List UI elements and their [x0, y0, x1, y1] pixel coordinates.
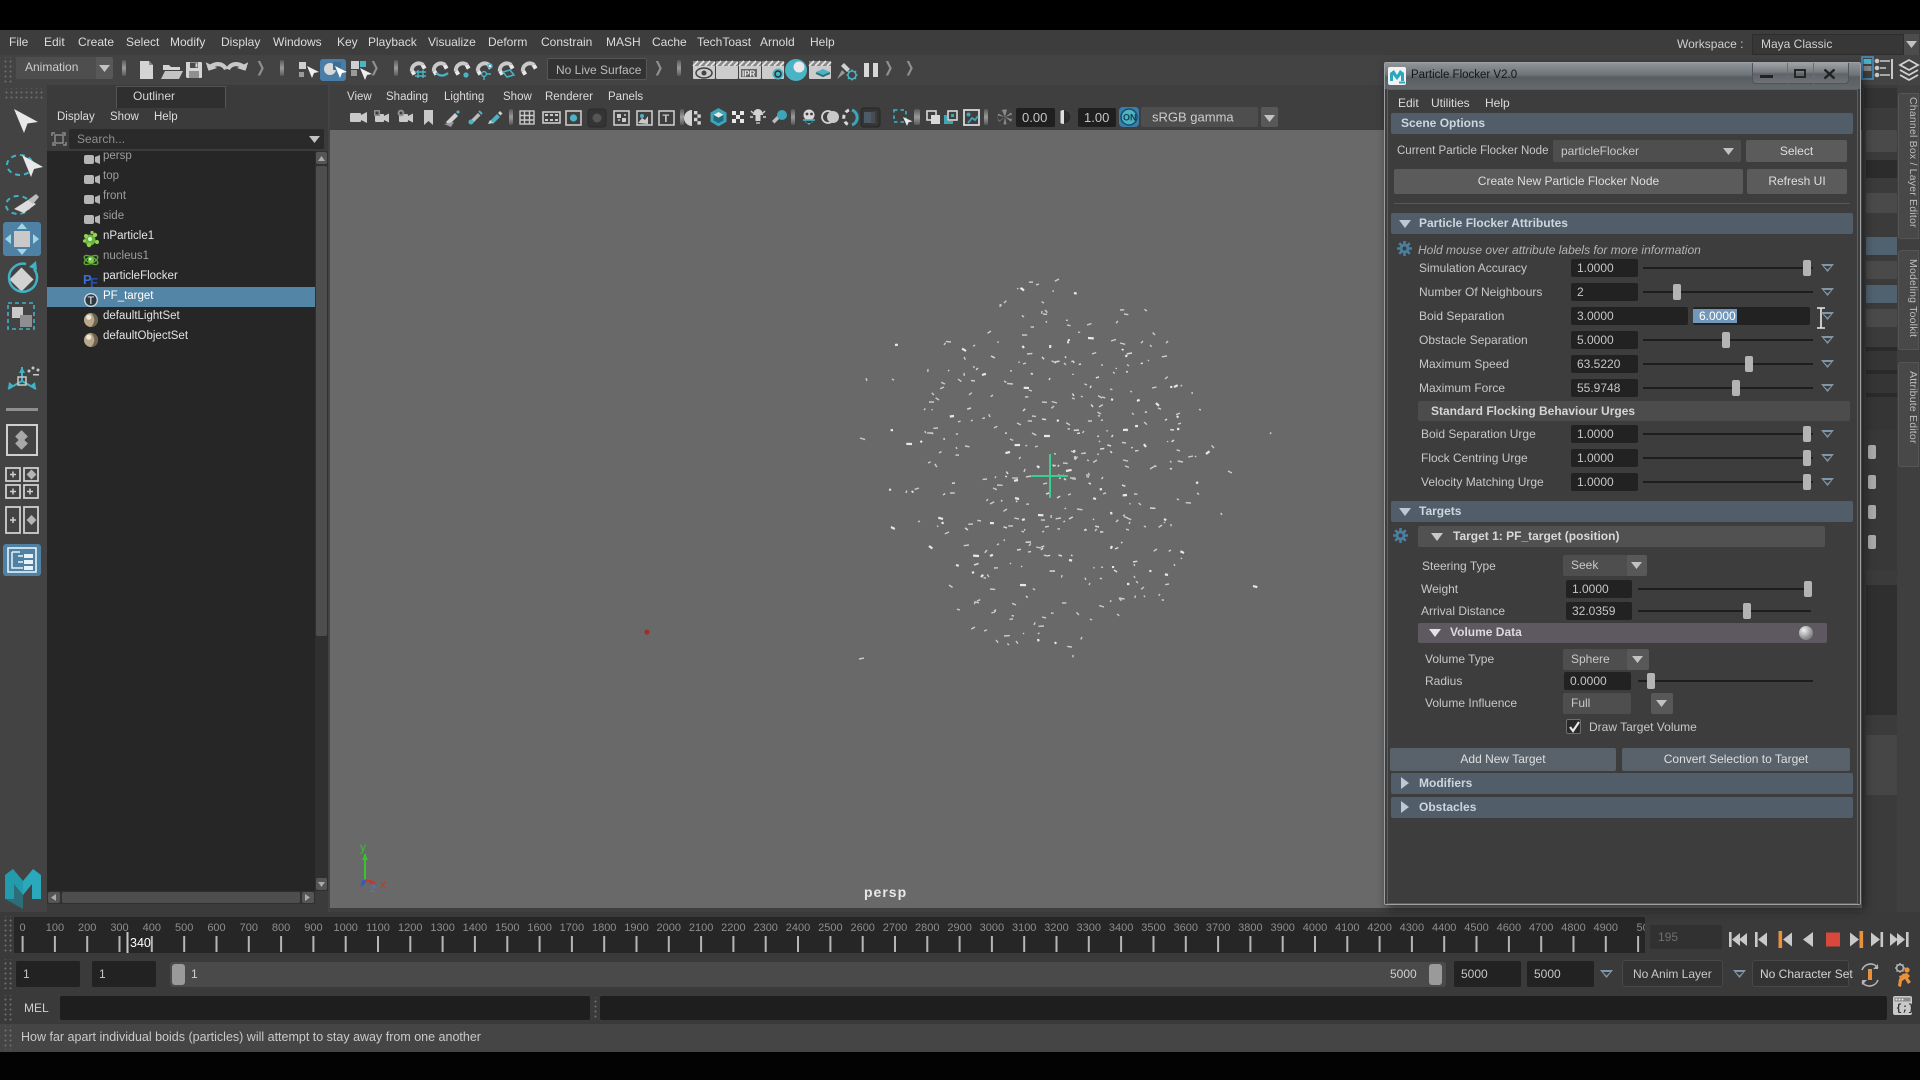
svg-text:3000: 3000: [980, 922, 1004, 934]
svg-text:1100: 1100: [366, 922, 390, 934]
svg-text:4000: 4000: [1303, 922, 1327, 934]
svg-text:2700: 2700: [883, 922, 907, 934]
svg-text:x: x: [380, 877, 386, 891]
svg-text:2900: 2900: [947, 922, 971, 934]
svg-text:IPR: IPR: [742, 70, 756, 79]
svg-text:100: 100: [46, 922, 64, 934]
svg-text:ON: ON: [1123, 113, 1137, 123]
svg-text:4200: 4200: [1367, 922, 1391, 934]
svg-text:2100: 2100: [689, 922, 713, 934]
svg-text:4900: 4900: [1594, 922, 1618, 934]
svg-text:400: 400: [143, 922, 161, 934]
svg-text:1700: 1700: [560, 922, 584, 934]
svg-text:5000: 5000: [1637, 922, 1646, 934]
svg-text:3600: 3600: [1174, 922, 1198, 934]
svg-text:2000: 2000: [657, 922, 681, 934]
svg-text:z: z: [370, 881, 376, 895]
svg-text:2200: 2200: [721, 922, 745, 934]
svg-text:persp: persp: [864, 884, 907, 900]
svg-text:4800: 4800: [1561, 922, 1585, 934]
svg-text:4300: 4300: [1400, 922, 1424, 934]
svg-text:1600: 1600: [527, 922, 551, 934]
svg-text:2500: 2500: [818, 922, 842, 934]
svg-text:1900: 1900: [624, 922, 648, 934]
svg-text:4400: 4400: [1432, 922, 1456, 934]
svg-text:800: 800: [272, 922, 290, 934]
svg-text:500: 500: [175, 922, 193, 934]
svg-text:3700: 3700: [1206, 922, 1230, 934]
svg-text:T: T: [663, 113, 670, 125]
svg-text:3100: 3100: [1012, 922, 1036, 934]
svg-text:y: y: [360, 840, 366, 854]
svg-text:1.00: 1.00: [1084, 110, 1109, 125]
svg-text:1200: 1200: [398, 922, 422, 934]
svg-text:700: 700: [240, 922, 258, 934]
svg-text:1400: 1400: [463, 922, 487, 934]
svg-text:340: 340: [130, 936, 151, 950]
svg-text:3200: 3200: [1044, 922, 1068, 934]
svg-text:{;}: {;}: [1896, 1003, 1914, 1015]
svg-text:sRGB gamma: sRGB gamma: [1152, 110, 1234, 125]
svg-text:2400: 2400: [786, 922, 810, 934]
svg-text:4700: 4700: [1529, 922, 1553, 934]
svg-text:900: 900: [304, 922, 322, 934]
svg-text:T: T: [88, 295, 95, 307]
svg-text:4500: 4500: [1464, 922, 1488, 934]
svg-text:200: 200: [78, 922, 96, 934]
svg-text:4100: 4100: [1335, 922, 1359, 934]
svg-text:2800: 2800: [915, 922, 939, 934]
svg-text:0.00: 0.00: [1022, 110, 1047, 125]
svg-text:0: 0: [20, 922, 26, 934]
svg-text:3300: 3300: [1077, 922, 1101, 934]
svg-text:4600: 4600: [1497, 922, 1521, 934]
svg-text:1500: 1500: [495, 922, 519, 934]
svg-text:600: 600: [207, 922, 225, 934]
svg-text:300: 300: [110, 922, 128, 934]
svg-text:1800: 1800: [592, 922, 616, 934]
svg-text:3900: 3900: [1270, 922, 1294, 934]
svg-text:3500: 3500: [1141, 922, 1165, 934]
svg-text:3400: 3400: [1109, 922, 1133, 934]
svg-text:2600: 2600: [850, 922, 874, 934]
svg-text:1000: 1000: [333, 922, 357, 934]
svg-text:2300: 2300: [753, 922, 777, 934]
svg-text:F: F: [90, 275, 98, 290]
svg-text:3800: 3800: [1238, 922, 1262, 934]
svg-text:1300: 1300: [430, 922, 454, 934]
